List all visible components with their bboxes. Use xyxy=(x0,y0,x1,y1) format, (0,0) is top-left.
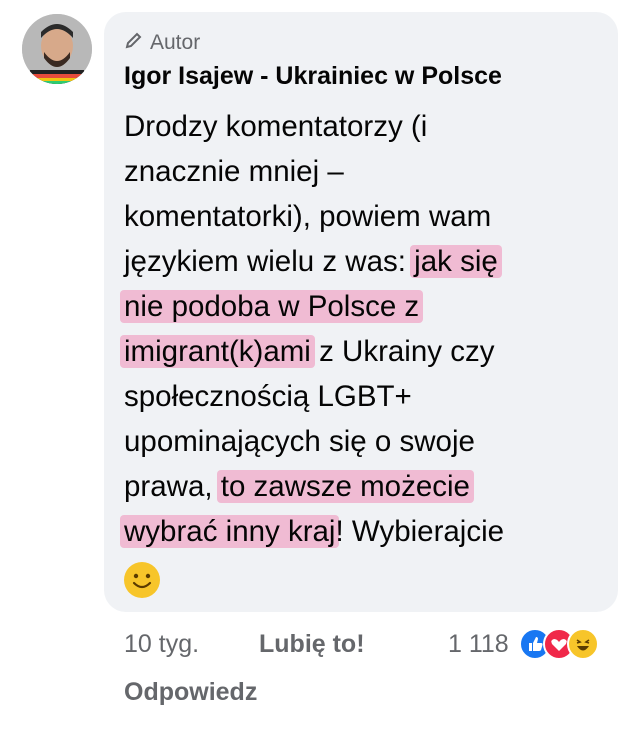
comment-text-segment: językiem wielu z was: xyxy=(124,245,406,278)
avatar-photo xyxy=(22,14,92,84)
reactions-summary[interactable]: 1 118 xyxy=(448,628,599,660)
comment-text-segment: prawa, xyxy=(124,470,213,503)
comment-footer: 10 tyg. Lubię to! xyxy=(124,630,365,659)
highlight-segment: wybrać inny kraj xyxy=(120,515,340,548)
author-name[interactable]: Igor Isajew - Ukrainiec w Polsce xyxy=(124,62,502,91)
comment-line: nie podoba w Polsce z xyxy=(120,284,604,329)
comment-line: komentatorki), powiem wam xyxy=(124,200,492,233)
highlight-segment: jak się xyxy=(410,245,502,278)
smiling-face-icon xyxy=(124,562,160,599)
avatar[interactable] xyxy=(22,14,92,84)
comment-text-segment: ! Wybierajcie xyxy=(335,515,505,548)
comment-line: upominających się o swoje xyxy=(124,425,475,458)
comment-line: prawa, to zawsze możecie xyxy=(124,464,604,509)
timestamp[interactable]: 10 tyg. xyxy=(124,630,199,658)
comment-line: społecznością LGBT+ xyxy=(124,380,412,413)
highlight-segment: to zawsze możecie xyxy=(216,470,474,503)
author-badge: Autor xyxy=(124,30,200,56)
haha-reaction-icon xyxy=(566,628,599,660)
highlight-segment: imigrant(k)ami xyxy=(120,335,315,368)
comment-line: językiem wielu z was: jak się xyxy=(124,239,604,284)
highlight-segment: nie podoba w Polsce z xyxy=(120,290,424,323)
comment-text-segment: z Ukrainy czy xyxy=(319,335,495,368)
pencil-icon xyxy=(124,30,144,56)
comment-line: wybrać inny kraj! Wybierajcie xyxy=(120,509,604,554)
like-button[interactable]: Lubię to! xyxy=(259,630,365,659)
reply-button[interactable]: Odpowiedz xyxy=(124,678,257,707)
comment-line xyxy=(124,554,604,599)
reaction-count: 1 118 xyxy=(448,629,509,658)
comment-line: Drodzy komentatorzy (i xyxy=(124,110,428,143)
comment-text: Drodzy komentatorzy (i znacznie mniej – … xyxy=(120,104,604,599)
author-badge-label: Autor xyxy=(150,31,201,54)
comment-line: imigrant(k)ami z Ukrainy czy xyxy=(120,329,604,374)
comment-line: znacznie mniej – xyxy=(124,155,344,188)
